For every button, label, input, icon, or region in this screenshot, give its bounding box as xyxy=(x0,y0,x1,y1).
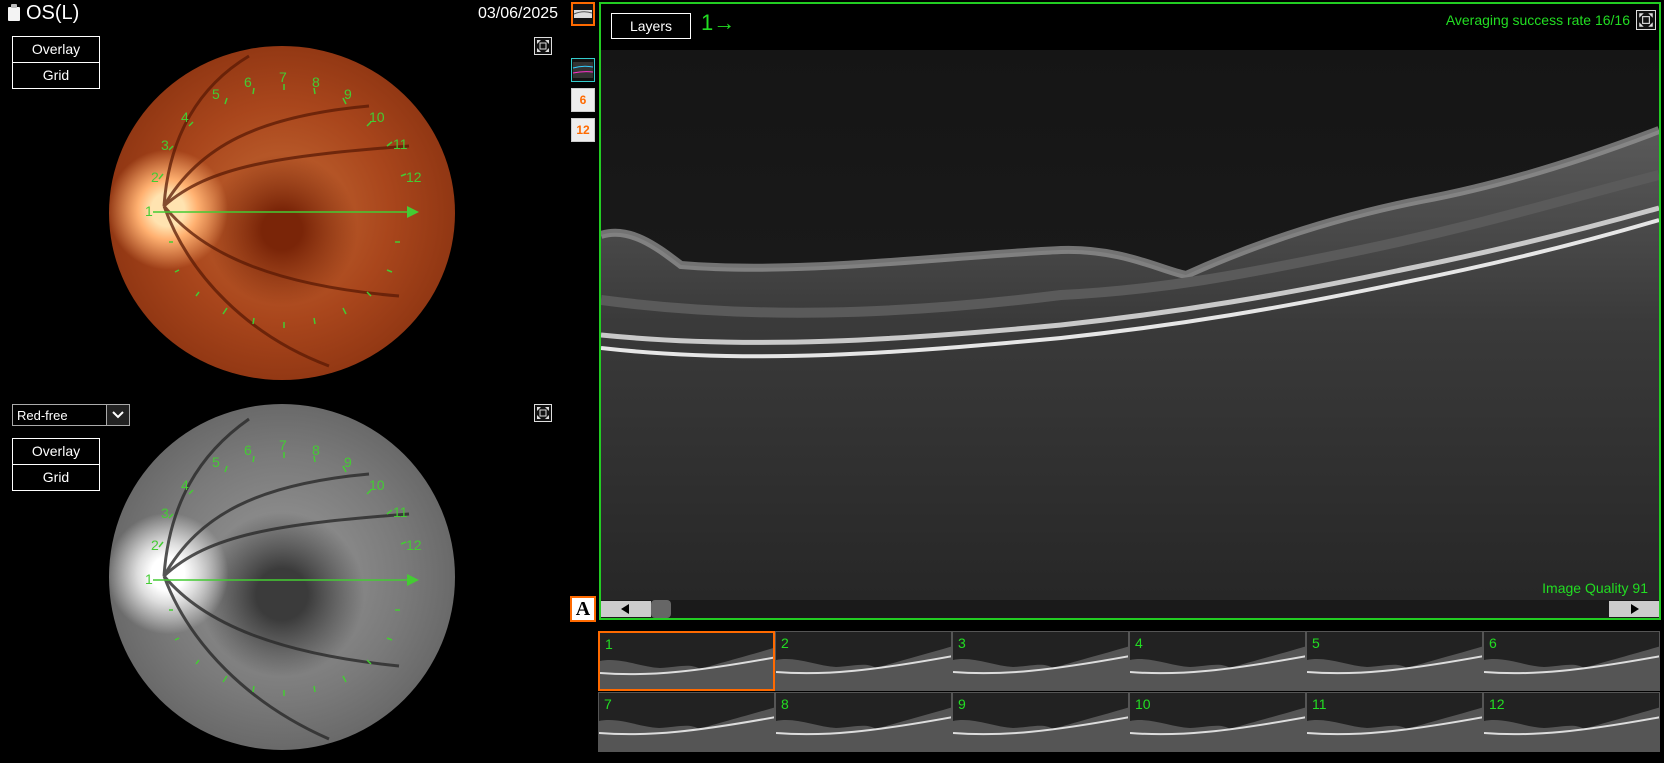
layers-button[interactable]: Layers xyxy=(611,13,691,39)
oct-expand-icon[interactable] xyxy=(1636,10,1656,30)
svg-text:8: 8 xyxy=(312,74,320,90)
scan-thumbnail-number: 11 xyxy=(1312,696,1327,712)
top-scan-overlay: 1 2 3 4 5 6 7 8 9 10 11 12 xyxy=(145,69,422,328)
scan-thumbnail-number: 4 xyxy=(1135,635,1143,651)
oct-bscan-panel[interactable] xyxy=(599,2,1661,620)
svg-text:1: 1 xyxy=(145,571,153,587)
scan-thumbnail-number: 12 xyxy=(1489,696,1505,712)
svg-text:11: 11 xyxy=(393,504,408,520)
svg-text:11: 11 xyxy=(393,136,408,152)
scan-thumbnail[interactable]: 4 xyxy=(1129,631,1306,691)
bottom-overlay-button[interactable]: Overlay xyxy=(13,439,99,464)
twelve-radial-icon[interactable]: 12 xyxy=(571,118,595,142)
top-fundus-expand-icon[interactable] xyxy=(534,37,552,55)
svg-text:4: 4 xyxy=(181,109,189,125)
bottom-grid-button[interactable]: Grid xyxy=(13,464,99,490)
six-radial-icon[interactable]: 6 xyxy=(571,88,595,112)
bottom-scan-overlay: 1 2 3 4 5 6 7 8 9 10 11 12 xyxy=(145,437,422,696)
scroll-right-button[interactable] xyxy=(1609,601,1659,617)
scan-thumbnail-number: 3 xyxy=(958,635,966,651)
oct-scrollbar[interactable] xyxy=(601,600,1659,618)
scan-thumbnail[interactable]: 8 xyxy=(775,692,952,752)
svg-text:2: 2 xyxy=(151,169,159,185)
scan-thumbnail[interactable]: 9 xyxy=(952,692,1129,752)
eye-side-text: OS(L) xyxy=(26,2,80,24)
svg-text:10: 10 xyxy=(369,477,385,493)
scan-thumbnail[interactable]: 12 xyxy=(1483,692,1660,752)
scan-thumbnail[interactable]: 6 xyxy=(1483,631,1660,691)
exam-date: 03/06/2025 xyxy=(478,5,559,22)
svg-text:7: 7 xyxy=(279,69,287,85)
scan-thumbnail[interactable]: 5 xyxy=(1306,631,1483,691)
scan-thumbnail-number: 5 xyxy=(1312,635,1320,651)
averaging-success-rate: Averaging success rate 16/16 xyxy=(1445,12,1630,28)
svg-text:3: 3 xyxy=(161,505,169,521)
oct-view-icon[interactable] xyxy=(571,2,595,26)
scroll-thumb[interactable] xyxy=(651,600,671,618)
scan-thumbnail-number: 9 xyxy=(958,696,966,712)
svg-text:5: 5 xyxy=(212,86,220,102)
svg-text:2: 2 xyxy=(151,537,159,553)
oct-bscan-image xyxy=(601,50,1659,610)
svg-text:7: 7 xyxy=(279,437,287,453)
top-grid-button[interactable]: Grid xyxy=(13,62,99,88)
svg-text:5: 5 xyxy=(212,454,220,470)
svg-text:6: 6 xyxy=(244,442,252,458)
scan-thumbnail[interactable]: 1 xyxy=(598,631,775,691)
image-quality: Image Quality 91 xyxy=(1542,580,1648,596)
current-scan-indicator: 1→ xyxy=(701,10,736,35)
bottom-fundus-toggle-group: Overlay Grid xyxy=(12,438,100,491)
svg-text:9: 9 xyxy=(344,86,352,102)
scan-thumbnail[interactable]: 7 xyxy=(598,692,775,752)
scan-thumbnail-number: 7 xyxy=(604,696,612,712)
scan-thumbnail[interactable]: 3 xyxy=(952,631,1129,691)
svg-text:1: 1 xyxy=(145,203,153,219)
annotation-icon[interactable]: A xyxy=(570,596,596,622)
scan-thumbnail-number: 6 xyxy=(1489,635,1497,651)
scan-thumbnail-number: 1 xyxy=(605,636,613,652)
scroll-left-button[interactable] xyxy=(601,601,651,617)
svg-text:4: 4 xyxy=(181,477,189,493)
svg-text:10: 10 xyxy=(369,109,385,125)
scan-thumbnail[interactable]: 2 xyxy=(775,631,952,691)
scan-thumbnail-number: 10 xyxy=(1135,696,1151,712)
top-fundus-toggle-group: Overlay Grid xyxy=(12,36,100,89)
svg-text:3: 3 xyxy=(161,137,169,153)
svg-text:9: 9 xyxy=(344,454,352,470)
svg-text:8: 8 xyxy=(312,442,320,458)
eye-label: OS(L) xyxy=(8,2,79,25)
scan-thumbnail-number: 8 xyxy=(781,696,789,712)
filter-select-value: Red-free xyxy=(17,407,68,423)
top-overlay-button[interactable]: Overlay xyxy=(13,37,99,62)
scan-thumbnail-number: 2 xyxy=(781,635,789,651)
bottom-fundus-expand-icon[interactable] xyxy=(534,404,552,422)
scan-thumbnail[interactable]: 10 xyxy=(1129,692,1306,752)
svg-text:12: 12 xyxy=(406,169,422,185)
scan-thumbnail[interactable]: 11 xyxy=(1306,692,1483,752)
layers-view-icon[interactable] xyxy=(571,58,595,82)
svg-text:6: 6 xyxy=(244,74,252,90)
svg-text:12: 12 xyxy=(406,537,422,553)
document-icon xyxy=(8,3,20,21)
